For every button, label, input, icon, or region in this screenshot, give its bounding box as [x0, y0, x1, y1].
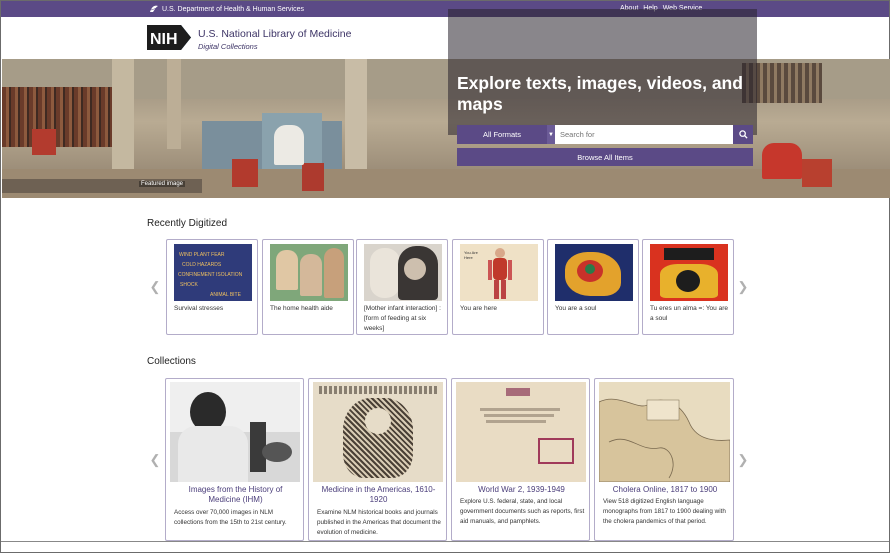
cholera-map-image: [599, 382, 730, 482]
format-select-label: All Formats: [483, 130, 521, 139]
svg-text:SHOCK: SHOCK: [180, 282, 198, 288]
featured-image-label[interactable]: Featured image: [139, 181, 186, 187]
search-bar: All Formats ▼: [457, 125, 753, 144]
recent-item-caption: Tu eres un alma =: You are a soul: [650, 305, 728, 322]
recent-item-caption: Survival stresses: [174, 305, 224, 312]
recent-item-card[interactable]: The home health aide: [262, 239, 354, 335]
search-input[interactable]: [555, 125, 733, 144]
hero-photo-person: [274, 125, 304, 165]
hero-photo-person: [762, 143, 802, 179]
government-document-image: [456, 382, 586, 482]
recent-item-card[interactable]: WIND PLANT FEAR COLD HAZARDS CONFINEMENT…: [166, 239, 258, 335]
hero-photo-pillar: [345, 59, 367, 169]
library-subtitle[interactable]: Digital Collections: [198, 42, 258, 51]
hero-photo-chair: [32, 129, 56, 155]
collection-title[interactable]: Images from the History of Medicine (IHM…: [172, 485, 299, 505]
photo-people-image: [270, 244, 348, 301]
recent-item-caption: [Mother infant interaction] : [form of f…: [364, 305, 441, 332]
scientist-microscope-image: [170, 382, 300, 482]
recent-item-card[interactable]: You Are Here You are here: [452, 239, 544, 335]
collection-title[interactable]: Medicine in the Americas, 1610-1920: [315, 485, 442, 505]
recently-digitized-heading: Recently Digitized: [147, 218, 228, 229]
recent-item-caption: You are a soul: [555, 305, 597, 312]
chevron-right-icon[interactable]: ❯: [738, 452, 749, 467]
hhs-label: U.S. Department of Health & Human Servic…: [162, 5, 305, 13]
collection-description: View 518 digitized English language mono…: [603, 498, 726, 525]
collection-description: Access over 70,000 images in NLM collect…: [174, 509, 287, 526]
collection-title[interactable]: World War 2, 1939-1949: [458, 485, 585, 495]
collection-title[interactable]: Cholera Online, 1817 to 1900: [601, 485, 729, 495]
engraved-title-page-image: [313, 382, 443, 482]
collection-card[interactable]: World War 2, 1939-1949 Explore U.S. fede…: [451, 378, 590, 541]
hero-photo-pillar: [167, 59, 181, 149]
chevron-right-icon[interactable]: ❯: [738, 279, 749, 294]
hero-photo-chair: [232, 159, 258, 187]
search-icon: [738, 130, 748, 139]
hero-search-panel: [448, 9, 757, 135]
search-button[interactable]: [733, 125, 753, 144]
red-poster-image: [650, 244, 728, 301]
nih-logo[interactable]: NIH: [147, 25, 191, 50]
hhs-eagle-icon: [150, 5, 158, 12]
chevron-left-icon[interactable]: ❮: [150, 452, 161, 467]
svg-text:CONFINEMENT ISOLATION: CONFINEMENT ISOLATION: [178, 272, 243, 278]
collections-heading: Collections: [147, 356, 196, 367]
hero-photo-chair: [302, 163, 324, 191]
recent-item-card[interactable]: Tu eres un alma =: You are a soul: [642, 239, 734, 335]
recent-item-caption: The home health aide: [270, 305, 333, 312]
svg-text:WIND PLANT FEAR: WIND PLANT FEAR: [179, 252, 225, 258]
colorful-poster-image: [555, 244, 633, 301]
collection-card[interactable]: Cholera Online, 1817 to 1900 View 518 di…: [594, 378, 734, 541]
collection-description: Examine NLM historical books and journal…: [317, 509, 441, 536]
chevron-left-icon[interactable]: ❮: [150, 279, 161, 294]
hhs-link[interactable]: U.S. Department of Health & Human Servic…: [149, 4, 304, 14]
hero-heading: Explore texts, images, videos, and maps: [457, 73, 743, 114]
anatomy-poster-image: You Are Here: [460, 244, 538, 301]
format-select[interactable]: All Formats: [457, 125, 547, 144]
poster-words-image: WIND PLANT FEAR COLD HAZARDS CONFINEMENT…: [174, 244, 252, 301]
collection-card[interactable]: Images from the History of Medicine (IHM…: [165, 378, 304, 541]
svg-text:COLD HAZARDS: COLD HAZARDS: [182, 262, 222, 268]
chevron-down-icon[interactable]: ▼: [547, 125, 555, 144]
hero-photo-bookshelf: [2, 87, 112, 147]
page-bottom-divider: [1, 541, 889, 542]
recent-item-caption: You are here: [460, 305, 497, 312]
photo-mother-infant-image: [364, 244, 442, 301]
recent-item-card[interactable]: [Mother infant interaction] : [form of f…: [356, 239, 448, 335]
hero-photo-chair: [802, 159, 832, 187]
collection-description: Explore U.S. federal, state, and local g…: [460, 498, 585, 525]
nih-logo-text: NIH: [150, 31, 178, 48]
collection-card[interactable]: Medicine in the Americas, 1610-1920 Exam…: [308, 378, 447, 541]
svg-text:ANIMAL BITE: ANIMAL BITE: [210, 292, 242, 298]
library-title[interactable]: U.S. National Library of Medicine: [198, 28, 352, 40]
recent-item-card[interactable]: You are a soul: [547, 239, 639, 335]
browse-all-button[interactable]: Browse All Items: [457, 148, 753, 166]
svg-text:Here: Here: [464, 255, 473, 260]
